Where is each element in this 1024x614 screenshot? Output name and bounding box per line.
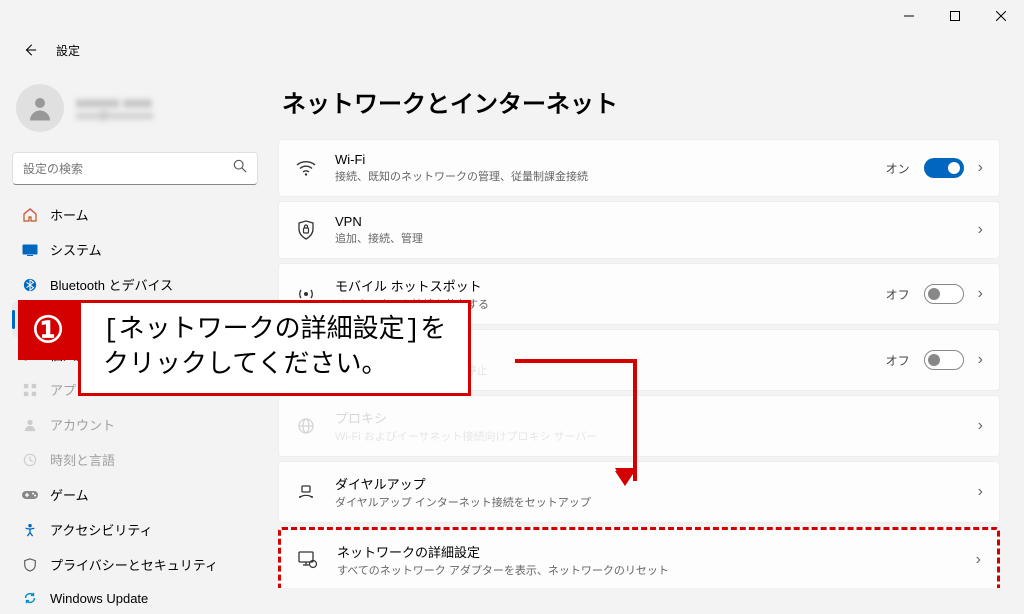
callout-box: [ネットワークの詳細設定]を クリックしてください。 <box>78 300 471 396</box>
sidebar-item-label: システム <box>50 240 102 259</box>
wifi-toggle[interactable] <box>924 158 964 178</box>
row-dialup[interactable]: ダイヤルアップ ダイヤルアップ インターネット接続をセットアップ › <box>278 461 1000 523</box>
sidebar-item-label: ゲーム <box>50 485 89 504</box>
airplane-state: オフ <box>886 352 910 369</box>
window-titlebar <box>0 0 1024 32</box>
time-icon <box>22 452 38 468</box>
row-desc: ダイヤルアップ インターネット接続をセットアップ <box>335 494 978 510</box>
minimize-button[interactable] <box>886 0 932 32</box>
app-title: 設定 <box>56 42 80 59</box>
sidebar-item-accounts[interactable]: アカウント <box>12 407 258 442</box>
wifi-icon <box>295 157 317 179</box>
airplane-toggle[interactable] <box>924 350 964 370</box>
row-desc: Wi-Fi およびイーサネット接続向けプロキシ サーバー <box>335 428 978 444</box>
sidebar-item-accessibility[interactable]: アクセシビリティ <box>12 512 258 547</box>
search-icon <box>233 159 247 178</box>
chevron-right-icon: › <box>978 417 983 435</box>
row-title: プロキシ <box>335 408 978 427</box>
chevron-right-icon: › <box>978 351 983 369</box>
accessibility-icon <box>22 522 38 538</box>
sidebar-item-label: ホーム <box>50 205 89 224</box>
row-desc: 接続、既知のネットワークの管理、従量制課金接続 <box>335 168 886 184</box>
sidebar-item-bluetooth[interactable]: Bluetooth とデバイス <box>12 267 258 302</box>
sidebar-item-privacy[interactable]: プライバシーとセキュリティ <box>12 547 258 582</box>
user-name: xxxxxx xxxx <box>76 95 153 110</box>
sidebar-item-game[interactable]: ゲーム <box>12 477 258 512</box>
chevron-right-icon: › <box>976 551 981 569</box>
shield-icon <box>22 557 38 573</box>
monitor-settings-icon <box>297 549 319 571</box>
callout-text: [ネットワークの詳細設定]を クリックしてください。 <box>103 313 446 383</box>
row-title: Wi-Fi <box>335 152 886 167</box>
chevron-right-icon: › <box>978 159 983 177</box>
row-title: モバイル ホットスポット <box>335 276 886 295</box>
hotspot-toggle[interactable] <box>924 284 964 304</box>
close-button[interactable] <box>978 0 1024 32</box>
hotspot-state: オフ <box>886 286 910 303</box>
system-icon <box>22 242 38 258</box>
user-block[interactable]: xxxxxx xxxx xxxx@xxxxxxxx <box>12 76 258 148</box>
game-icon <box>22 487 38 503</box>
row-title: ネットワークの詳細設定 <box>337 542 976 561</box>
row-title: VPN <box>335 214 978 229</box>
instruction-callout: ① [ネットワークの詳細設定]を クリックしてください。 <box>18 300 471 396</box>
user-email: xxxx@xxxxxxxx <box>76 110 153 122</box>
avatar <box>16 84 64 132</box>
vpn-icon <box>295 219 317 241</box>
user-info: xxxxxx xxxx xxxx@xxxxxxxx <box>76 95 153 122</box>
sidebar-item-system[interactable]: システム <box>12 232 258 267</box>
search-box[interactable] <box>12 152 258 185</box>
sidebar-item-time[interactable]: 時刻と言語 <box>12 442 258 477</box>
page-title: ネットワークとインターネット <box>282 84 1000 119</box>
proxy-icon <box>295 415 317 437</box>
maximize-button[interactable] <box>932 0 978 32</box>
sidebar-item-update[interactable]: Windows Update <box>12 582 258 614</box>
sidebar-item-label: アカウント <box>50 415 115 434</box>
accounts-icon <box>22 417 38 433</box>
row-desc: 追加、接続、管理 <box>335 230 978 246</box>
sidebar-item-label: Windows Update <box>50 591 148 606</box>
bluetooth-icon <box>22 277 38 293</box>
header: 設定 <box>0 32 1024 68</box>
sidebar-item-label: アクセシビリティ <box>50 520 153 539</box>
sidebar-item-label: プライバシーとセキュリティ <box>50 555 218 574</box>
chevron-right-icon: › <box>978 483 983 501</box>
chevron-right-icon: › <box>978 221 983 239</box>
row-vpn[interactable]: VPN 追加、接続、管理 › <box>278 201 1000 259</box>
back-button[interactable] <box>16 36 44 64</box>
row-title: ダイヤルアップ <box>335 474 978 493</box>
dialup-icon <box>295 481 317 503</box>
wifi-state: オン <box>886 160 910 177</box>
row-wifi[interactable]: Wi-Fi 接続、既知のネットワークの管理、従量制課金接続 オン › <box>278 139 1000 197</box>
sidebar-item-label: 時刻と言語 <box>50 450 115 469</box>
row-advanced-network[interactable]: ネットワークの詳細設定 すべてのネットワーク アダプターを表示、ネットワークのリ… <box>278 527 1000 588</box>
callout-badge: ① <box>18 300 78 360</box>
search-input[interactable] <box>23 162 233 176</box>
sidebar-item-label: Bluetooth とデバイス <box>50 275 173 294</box>
home-icon <box>22 207 38 223</box>
row-proxy[interactable]: プロキシ Wi-Fi およびイーサネット接続向けプロキシ サーバー › <box>278 395 1000 457</box>
chevron-right-icon: › <box>978 285 983 303</box>
sidebar-item-home[interactable]: ホーム <box>12 197 258 232</box>
update-icon <box>22 590 38 606</box>
